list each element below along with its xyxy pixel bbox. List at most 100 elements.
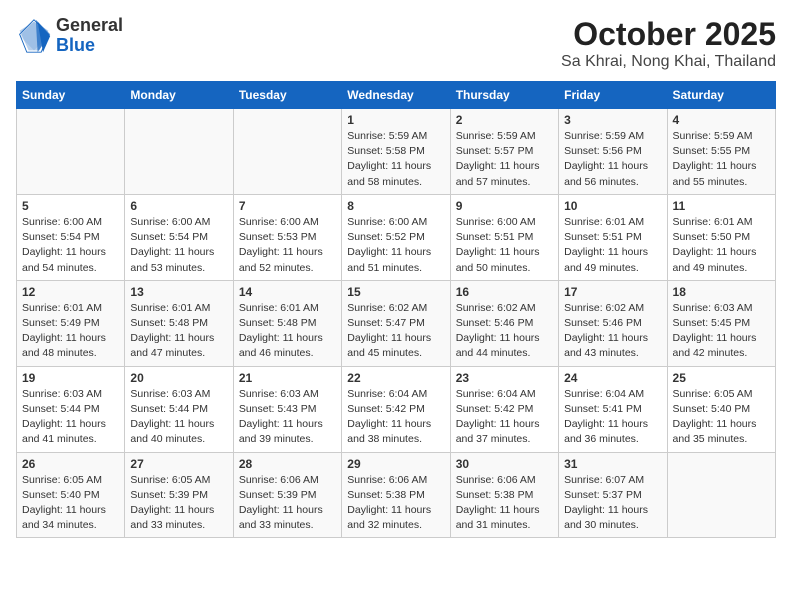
day-info: Sunrise: 6:01 AMSunset: 5:48 PMDaylight:… [130, 301, 227, 362]
calendar-cell: 16 Sunrise: 6:02 AMSunset: 5:46 PMDayligh… [450, 280, 558, 366]
day-number: 30 [456, 457, 553, 471]
calendar-cell: 13 Sunrise: 6:01 AMSunset: 5:48 PMDayligh… [125, 280, 233, 366]
header-saturday: Saturday [667, 82, 775, 109]
day-number: 26 [22, 457, 119, 471]
logo-blue: Blue [56, 36, 123, 56]
calendar-cell: 19 Sunrise: 6:03 AMSunset: 5:44 PMDayligh… [17, 366, 125, 452]
day-number: 17 [564, 285, 661, 299]
day-info: Sunrise: 6:00 AMSunset: 5:53 PMDaylight:… [239, 215, 336, 276]
day-info: Sunrise: 6:02 AMSunset: 5:46 PMDaylight:… [564, 301, 661, 362]
calendar-cell: 28Sunrise: 6:06 AMSunset: 5:39 PMDayligh… [233, 452, 341, 538]
calendar-cell: 2 Sunrise: 5:59 AMSunset: 5:57 PMDaylight… [450, 109, 558, 195]
day-number: 7 [239, 199, 336, 213]
day-number: 8 [347, 199, 444, 213]
logo-icon [16, 18, 52, 54]
calendar-cell: 12Sunrise: 6:01 AMSunset: 5:49 PMDayligh… [17, 280, 125, 366]
calendar-cell: 24 Sunrise: 6:04 AMSunset: 5:41 PMDayligh… [559, 366, 667, 452]
day-number: 18 [673, 285, 770, 299]
calendar-cell: 23 Sunrise: 6:04 AMSunset: 5:42 PMDayligh… [450, 366, 558, 452]
calendar-cell: 17 Sunrise: 6:02 AMSunset: 5:46 PMDayligh… [559, 280, 667, 366]
day-info: Sunrise: 6:00 AMSunset: 5:51 PMDaylight:… [456, 215, 553, 276]
header-monday: Monday [125, 82, 233, 109]
calendar-cell: 8 Sunrise: 6:00 AMSunset: 5:52 PMDaylight… [342, 194, 450, 280]
day-info: Sunrise: 6:05 AMSunset: 5:40 PMDaylight:… [22, 473, 119, 534]
day-info: Sunrise: 6:05 AMSunset: 5:40 PMDaylight:… [673, 387, 770, 448]
day-number: 14 [239, 285, 336, 299]
calendar-cell: 29Sunrise: 6:06 AMSunset: 5:38 PMDayligh… [342, 452, 450, 538]
calendar-cell [125, 109, 233, 195]
calendar-cell: 18 Sunrise: 6:03 AMSunset: 5:45 PMDayligh… [667, 280, 775, 366]
day-number: 19 [22, 371, 119, 385]
day-info: Sunrise: 5:59 AMSunset: 5:56 PMDaylight:… [564, 129, 661, 190]
day-number: 10 [564, 199, 661, 213]
day-info: Sunrise: 6:00 AMSunset: 5:54 PMDaylight:… [22, 215, 119, 276]
calendar-cell: 25 Sunrise: 6:05 AMSunset: 5:40 PMDayligh… [667, 366, 775, 452]
day-info: Sunrise: 6:03 AMSunset: 5:44 PMDaylight:… [130, 387, 227, 448]
header-sunday: Sunday [17, 82, 125, 109]
day-info: Sunrise: 6:03 AMSunset: 5:43 PMDaylight:… [239, 387, 336, 448]
day-number: 6 [130, 199, 227, 213]
calendar-cell [667, 452, 775, 538]
calendar-cell: 3 Sunrise: 5:59 AMSunset: 5:56 PMDaylight… [559, 109, 667, 195]
calendar-cell: 10Sunrise: 6:01 AMSunset: 5:51 PMDayligh… [559, 194, 667, 280]
day-number: 28 [239, 457, 336, 471]
day-info: Sunrise: 5:59 AMSunset: 5:58 PMDaylight:… [347, 129, 444, 190]
calendar-cell: 20 Sunrise: 6:03 AMSunset: 5:44 PMDayligh… [125, 366, 233, 452]
logo-general: General [56, 16, 123, 36]
title-block: October 2025 Sa Khrai, Nong Khai, Thaila… [561, 16, 776, 71]
day-number: 27 [130, 457, 227, 471]
day-number: 2 [456, 113, 553, 127]
header-thursday: Thursday [450, 82, 558, 109]
calendar-cell: 11 Sunrise: 6:01 AMSunset: 5:50 PMDayligh… [667, 194, 775, 280]
week-row-2: 5 Sunrise: 6:00 AMSunset: 5:54 PMDaylight… [17, 194, 776, 280]
day-number: 25 [673, 371, 770, 385]
day-info: Sunrise: 6:04 AMSunset: 5:42 PMDaylight:… [347, 387, 444, 448]
week-row-5: 26 Sunrise: 6:05 AMSunset: 5:40 PMDayligh… [17, 452, 776, 538]
calendar-title: October 2025 [561, 16, 776, 53]
day-info: Sunrise: 6:02 AMSunset: 5:47 PMDaylight:… [347, 301, 444, 362]
day-number: 3 [564, 113, 661, 127]
day-info: Sunrise: 6:01 AMSunset: 5:50 PMDaylight:… [673, 215, 770, 276]
day-number: 13 [130, 285, 227, 299]
day-info: Sunrise: 5:59 AMSunset: 5:55 PMDaylight:… [673, 129, 770, 190]
calendar-cell: 31Sunrise: 6:07 AMSunset: 5:37 PMDayligh… [559, 452, 667, 538]
day-number: 5 [22, 199, 119, 213]
day-number: 29 [347, 457, 444, 471]
calendar-cell: 30Sunrise: 6:06 AMSunset: 5:38 PMDayligh… [450, 452, 558, 538]
week-row-3: 12Sunrise: 6:01 AMSunset: 5:49 PMDayligh… [17, 280, 776, 366]
day-number: 21 [239, 371, 336, 385]
calendar-subtitle: Sa Khrai, Nong Khai, Thailand [561, 53, 776, 71]
day-info: Sunrise: 6:04 AMSunset: 5:41 PMDaylight:… [564, 387, 661, 448]
calendar-cell: 21 Sunrise: 6:03 AMSunset: 5:43 PMDayligh… [233, 366, 341, 452]
day-number: 24 [564, 371, 661, 385]
day-number: 16 [456, 285, 553, 299]
day-info: Sunrise: 6:01 AMSunset: 5:48 PMDaylight:… [239, 301, 336, 362]
day-info: Sunrise: 6:03 AMSunset: 5:45 PMDaylight:… [673, 301, 770, 362]
day-number: 9 [456, 199, 553, 213]
calendar-cell: 27Sunrise: 6:05 AMSunset: 5:39 PMDayligh… [125, 452, 233, 538]
calendar-cell: 14 Sunrise: 6:01 AMSunset: 5:48 PMDayligh… [233, 280, 341, 366]
day-info: Sunrise: 6:00 AMSunset: 5:52 PMDaylight:… [347, 215, 444, 276]
calendar-cell: 22 Sunrise: 6:04 AMSunset: 5:42 PMDayligh… [342, 366, 450, 452]
calendar-cell: 26 Sunrise: 6:05 AMSunset: 5:40 PMDayligh… [17, 452, 125, 538]
week-row-1: 1 Sunrise: 5:59 AMSunset: 5:58 PMDaylight… [17, 109, 776, 195]
logo: General Blue [16, 16, 123, 56]
day-number: 15 [347, 285, 444, 299]
day-info: Sunrise: 6:04 AMSunset: 5:42 PMDaylight:… [456, 387, 553, 448]
day-number: 22 [347, 371, 444, 385]
day-info: Sunrise: 5:59 AMSunset: 5:57 PMDaylight:… [456, 129, 553, 190]
calendar-cell: 6 Sunrise: 6:00 AMSunset: 5:54 PMDaylight… [125, 194, 233, 280]
day-info: Sunrise: 6:03 AMSunset: 5:44 PMDaylight:… [22, 387, 119, 448]
day-info: Sunrise: 6:00 AMSunset: 5:54 PMDaylight:… [130, 215, 227, 276]
day-info: Sunrise: 6:01 AMSunset: 5:49 PMDaylight:… [22, 301, 119, 362]
day-number: 11 [673, 199, 770, 213]
calendar-cell [17, 109, 125, 195]
day-number: 23 [456, 371, 553, 385]
header-tuesday: Tuesday [233, 82, 341, 109]
calendar-cell: 15 Sunrise: 6:02 AMSunset: 5:47 PMDayligh… [342, 280, 450, 366]
day-number: 1 [347, 113, 444, 127]
day-number: 20 [130, 371, 227, 385]
day-info: Sunrise: 6:02 AMSunset: 5:46 PMDaylight:… [456, 301, 553, 362]
week-row-4: 19 Sunrise: 6:03 AMSunset: 5:44 PMDayligh… [17, 366, 776, 452]
calendar-cell: 4Sunrise: 5:59 AMSunset: 5:55 PMDaylight… [667, 109, 775, 195]
